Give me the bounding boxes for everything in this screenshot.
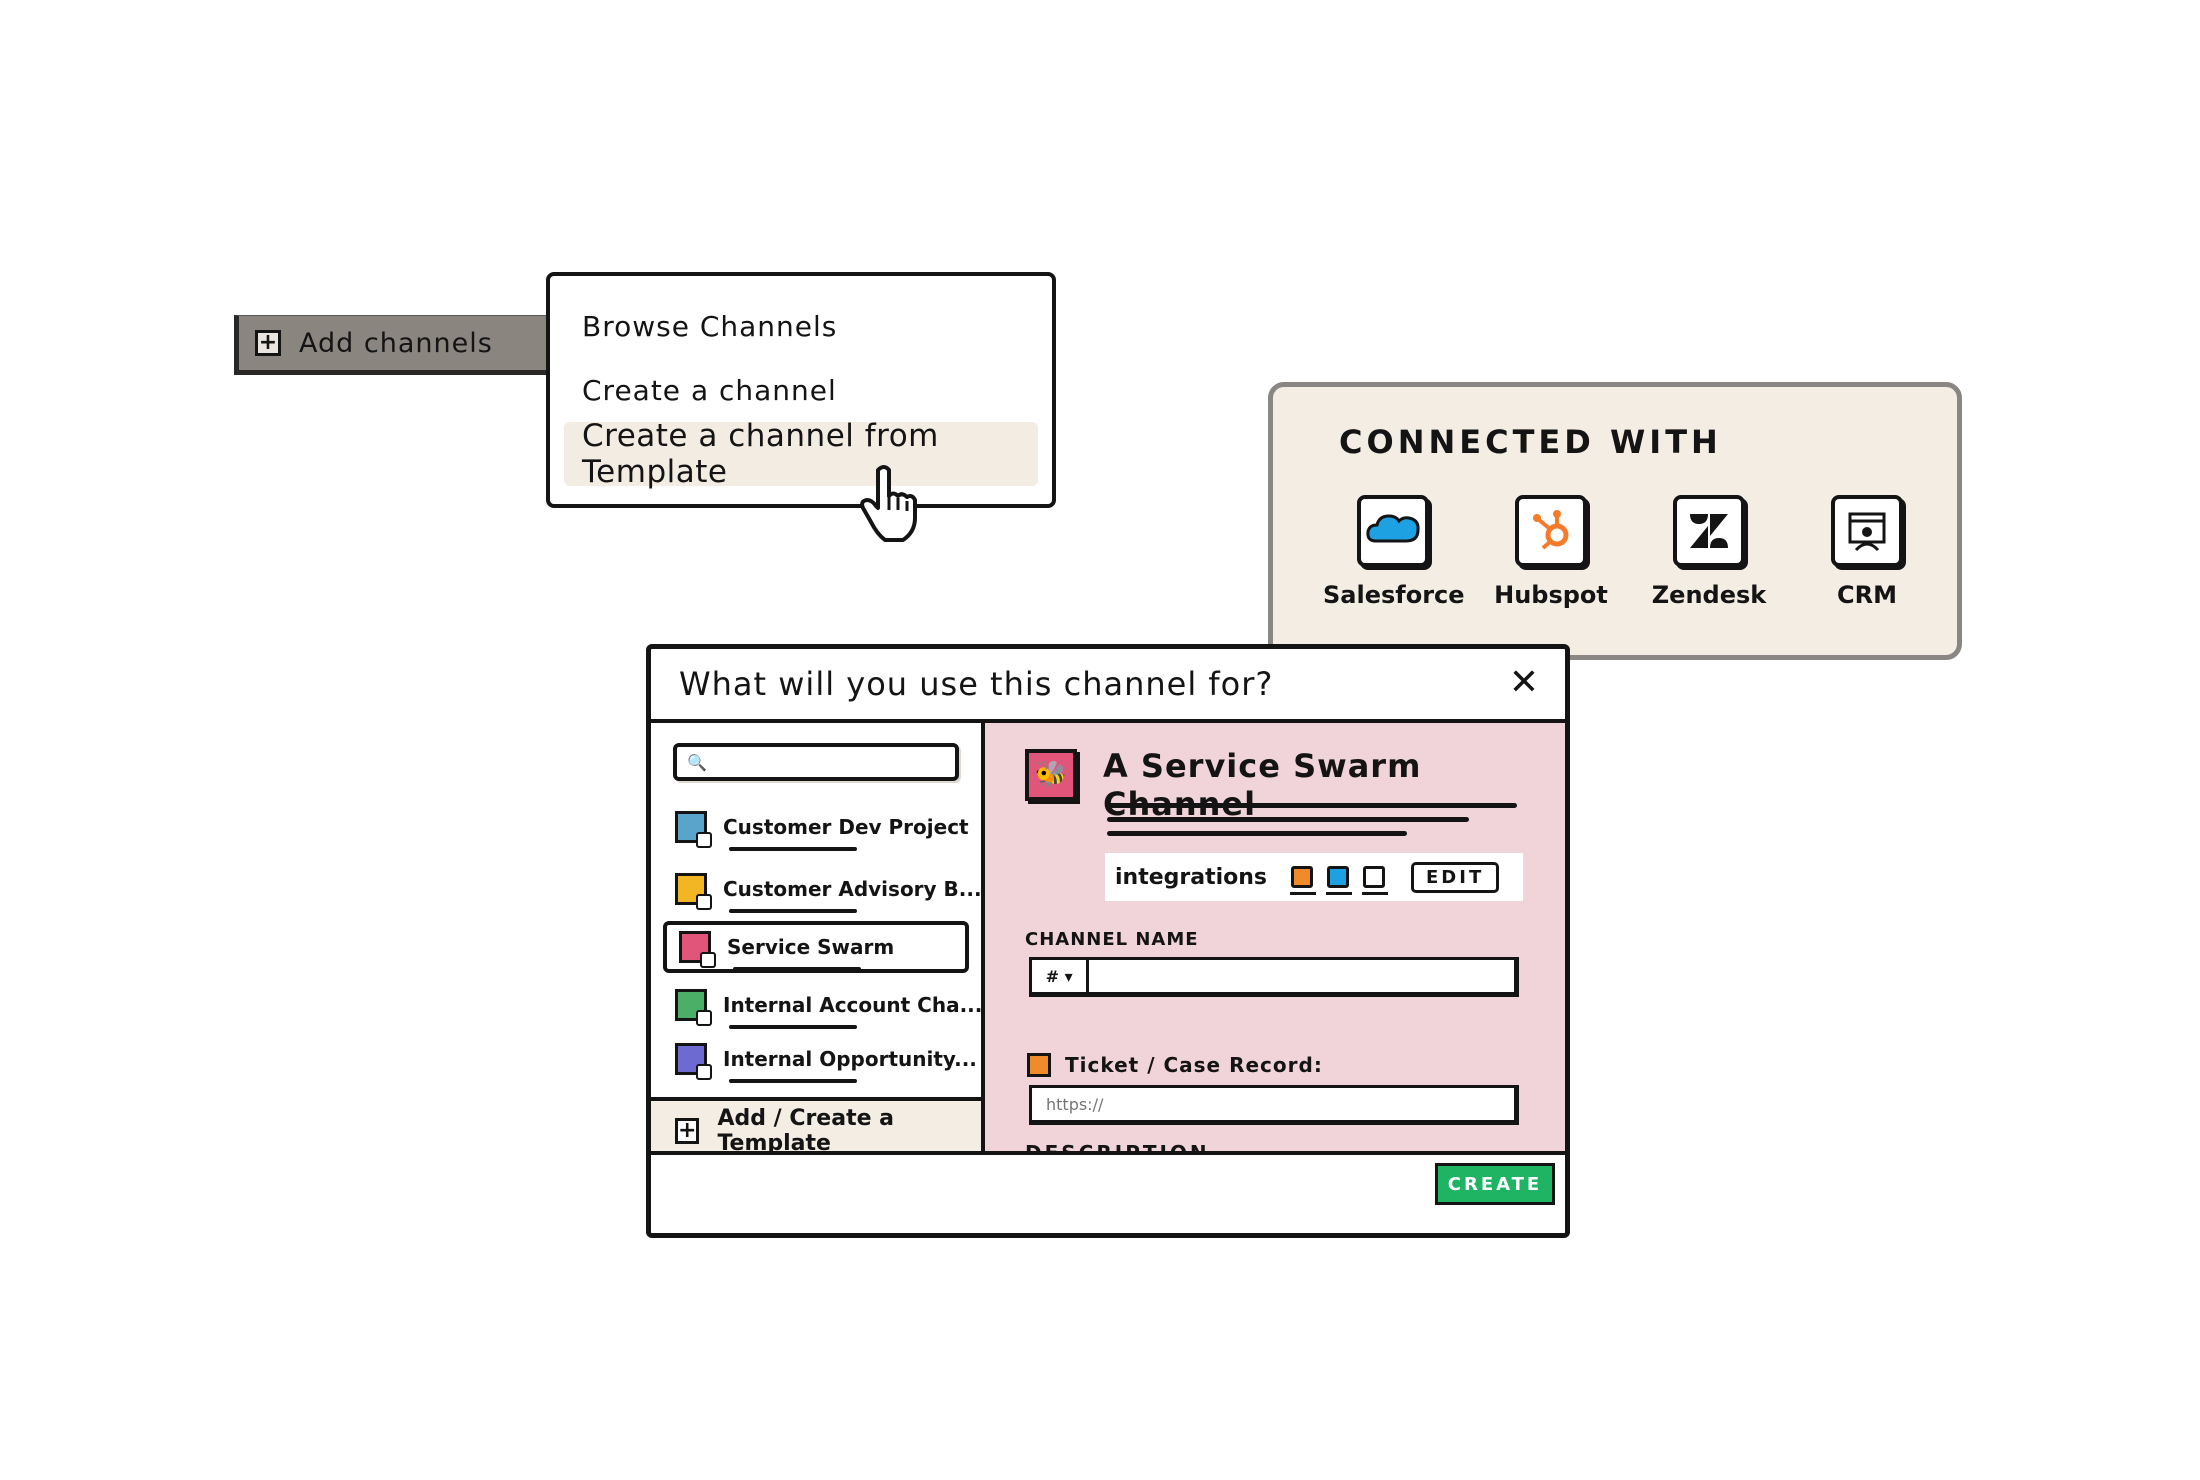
add-channels-label: Add channels	[299, 327, 493, 359]
crm-icon	[1831, 495, 1903, 567]
template-item-customer-dev-project[interactable]: Customer Dev Project	[663, 801, 969, 853]
integration-name: Salesforce	[1323, 581, 1465, 609]
template-icon	[679, 931, 716, 968]
salesforce-icon	[1357, 495, 1429, 567]
crm-mini-icon	[1362, 866, 1389, 895]
integrations-row: integrations EDIT	[1105, 853, 1523, 901]
create-button[interactable]: CREATE	[1435, 1163, 1555, 1205]
dialog-header: What will you use this channel for?	[651, 649, 1565, 723]
plus-icon: +	[675, 1118, 700, 1144]
template-label: Service Swarm	[727, 935, 895, 971]
menu-item-create-channel[interactable]: Create a channel	[564, 358, 1038, 422]
template-item-service-swarm[interactable]: Service Swarm	[663, 921, 969, 973]
template-label: Internal Account Cha...	[723, 993, 983, 1029]
channel-name-field: # ▾	[1029, 957, 1519, 997]
zendesk-icon	[1673, 495, 1745, 567]
template-list-panel: 🔍 Customer Dev Project Customer Advisory…	[651, 723, 985, 1161]
connected-title: CONNECTED WITH	[1339, 423, 1722, 461]
description-line	[1107, 831, 1407, 836]
menu-item-browse-channels[interactable]: Browse Channels	[564, 294, 1038, 358]
menu-item-create-from-template[interactable]: Create a channel from Template	[564, 418, 1038, 490]
hubspot-icon	[1515, 495, 1587, 567]
connected-with-panel: CONNECTED WITH Salesforce Hubspot Zendes…	[1268, 382, 1962, 660]
add-channels-menu: Browse Channels Create a channel Create …	[546, 272, 1056, 508]
template-icon	[675, 989, 712, 1026]
menu-item-label: Create a channel	[582, 373, 837, 407]
description-line	[1107, 817, 1469, 822]
add-channels-button[interactable]: + Add channels	[234, 315, 546, 375]
template-label: Customer Advisory B...	[723, 877, 982, 913]
integrations-label: integrations	[1115, 864, 1268, 890]
template-label: Customer Dev Project	[723, 815, 969, 851]
integration-zendesk[interactable]: Zendesk	[1639, 495, 1779, 609]
channel-name-label: CHANNEL NAME	[1025, 929, 1199, 950]
ticket-icon	[1027, 1053, 1051, 1077]
menu-item-label: Create a channel from Template	[582, 418, 939, 490]
edit-integrations-button[interactable]: EDIT	[1411, 861, 1500, 893]
integration-name: Hubspot	[1494, 581, 1608, 609]
salesforce-mini-icon	[1326, 866, 1353, 895]
template-search-input[interactable]: 🔍	[673, 743, 959, 781]
template-icon	[675, 811, 712, 848]
menu-item-label: Browse Channels	[582, 309, 838, 343]
template-item-internal-opportunity[interactable]: Internal Opportunity...	[663, 1033, 977, 1085]
search-icon: 🔍	[687, 752, 707, 772]
add-template-label: Add / Create a Template	[717, 1106, 895, 1156]
close-icon[interactable]: ✕	[1509, 665, 1539, 701]
plus-icon: +	[255, 330, 281, 356]
description-line	[1107, 803, 1517, 808]
template-title: A Service Swarm Channel	[1103, 747, 1422, 823]
dialog-title: What will you use this channel for?	[679, 665, 1274, 703]
integration-salesforce[interactable]: Salesforce	[1323, 495, 1465, 609]
dialog-footer: CREATE	[651, 1151, 1565, 1233]
ticket-field	[1029, 1085, 1519, 1125]
channel-name-input[interactable]	[1089, 965, 1514, 987]
hand-cursor-icon	[860, 465, 917, 542]
hubspot-mini-icon	[1290, 866, 1317, 895]
template-icon	[675, 1043, 712, 1080]
template-icon	[675, 873, 712, 910]
integration-name: Zendesk	[1651, 581, 1767, 609]
template-item-internal-account[interactable]: Internal Account Cha...	[663, 979, 982, 1031]
integration-name: CRM	[1837, 581, 1897, 609]
channel-prefix-select[interactable]: # ▾	[1032, 960, 1090, 992]
template-detail-panel: 🐝 A Service Swarm Channel integrations E…	[985, 723, 1565, 1165]
ticket-url-input[interactable]	[1032, 1093, 1514, 1115]
ticket-label: Ticket / Case Record:	[1065, 1053, 1323, 1077]
integration-crm[interactable]: CRM	[1797, 495, 1937, 609]
template-label: Internal Opportunity...	[723, 1047, 977, 1083]
create-channel-dialog: What will you use this channel for? ✕ 🔍 …	[646, 644, 1570, 1238]
template-item-customer-advisory-board[interactable]: Customer Advisory B...	[663, 863, 982, 915]
integration-hubspot[interactable]: Hubspot	[1481, 495, 1621, 609]
bee-icon: 🐝	[1025, 749, 1077, 801]
